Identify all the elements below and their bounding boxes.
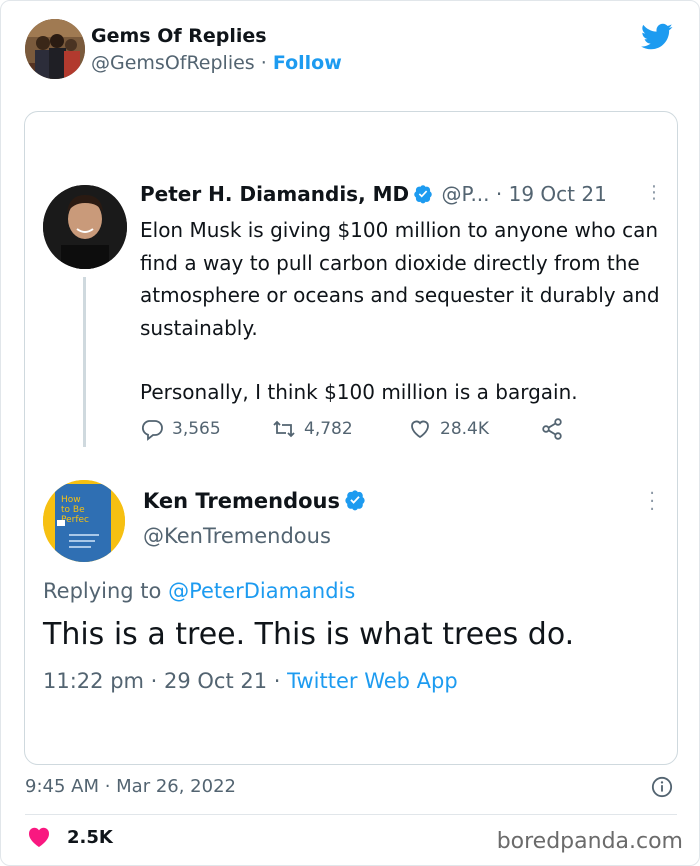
embedded-tweet: Gems Of Replies @GemsOfReplies · Follow … <box>0 0 700 866</box>
replying-to-line: Replying to @PeterDiamandis <box>43 579 355 603</box>
reply-author-name[interactable]: Ken Tremendous <box>143 489 340 513</box>
divider <box>25 814 677 815</box>
verified-badge-icon <box>344 489 366 516</box>
reply-tweet-text: This is a tree. This is what trees do. <box>43 617 575 652</box>
more-options-icon[interactable]: ⋮ <box>645 182 663 203</box>
like-button[interactable]: 2.5K <box>27 826 113 848</box>
heart-icon <box>28 827 50 847</box>
separator: · <box>260 52 267 74</box>
like-action[interactable]: 28.4K <box>408 417 489 441</box>
info-icon[interactable] <box>651 776 673 798</box>
reply-author-name-line: Ken Tremendous <box>143 489 368 516</box>
thread-connector-line <box>83 277 86 447</box>
svg-text:How: How <box>61 495 81 505</box>
reply-source[interactable]: Twitter Web App <box>287 669 458 693</box>
share-icon <box>542 418 562 440</box>
attached-screenshot[interactable]: Peter H. Diamandis, MD @P... · 19 Oct 21… <box>24 111 678 765</box>
quoted-tweet-paragraph-1: Elon Musk is giving $100 million to anyo… <box>140 218 660 340</box>
tweet-timestamp[interactable]: 9:45 AM · Mar 26, 2022 <box>25 776 236 797</box>
watermark: boredpanda.com <box>496 829 683 854</box>
reply-author-handle[interactable]: @KenTremendous <box>143 524 331 548</box>
quoted-tweet-paragraph-2: Personally, I think $100 million is a ba… <box>140 380 578 404</box>
reply-action[interactable]: 3,565 <box>140 417 221 441</box>
tweet-header: Gems Of Replies @GemsOfReplies · Follow <box>25 19 677 81</box>
verified-badge-icon <box>413 184 433 209</box>
replying-to-prefix: Replying to <box>43 579 162 603</box>
reply-tweet-meta: 11:22 pm · 29 Oct 21 · Twitter Web App <box>43 669 458 693</box>
follow-button[interactable]: Follow <box>273 52 342 74</box>
quoted-tweet-date[interactable]: · 19 Oct 21 <box>496 182 607 206</box>
heart-outline-icon <box>411 420 429 439</box>
retweet-action[interactable]: 4,782 <box>272 417 353 441</box>
reply-time-date[interactable]: 11:22 pm · 29 Oct 21 · <box>43 669 280 693</box>
retweet-icon <box>273 420 295 438</box>
reply-count: 3,565 <box>172 419 221 439</box>
like-count: 28.4K <box>440 419 489 439</box>
retweet-count: 4,782 <box>304 419 353 439</box>
account-handle-line: @GemsOfReplies · Follow <box>91 52 342 74</box>
replying-to-handle[interactable]: @PeterDiamandis <box>168 579 355 603</box>
twitter-bird-icon[interactable] <box>641 23 673 51</box>
svg-text:Perfec: Perfec <box>61 515 89 525</box>
more-options-icon[interactable]: · · · <box>649 485 655 519</box>
quoted-author-avatar[interactable] <box>43 185 127 269</box>
reply-icon <box>141 420 163 441</box>
share-action[interactable] <box>540 417 564 441</box>
avatar[interactable] <box>25 19 85 79</box>
quoted-author-handle[interactable]: @P... <box>442 182 490 206</box>
quoted-tweet-text: Elon Musk is giving $100 million to anyo… <box>140 214 660 409</box>
account-handle[interactable]: @GemsOfReplies <box>91 52 255 74</box>
like-total: 2.5K <box>67 826 113 848</box>
svg-text:to Be: to Be <box>61 505 85 515</box>
quoted-tweet-header: Peter H. Diamandis, MD @P... · 19 Oct 21 <box>140 182 607 209</box>
account-name[interactable]: Gems Of Replies <box>91 25 267 47</box>
reply-author-avatar[interactable]: How to Be Perfec <box>43 480 125 562</box>
quoted-author-name[interactable]: Peter H. Diamandis, MD <box>140 182 409 206</box>
